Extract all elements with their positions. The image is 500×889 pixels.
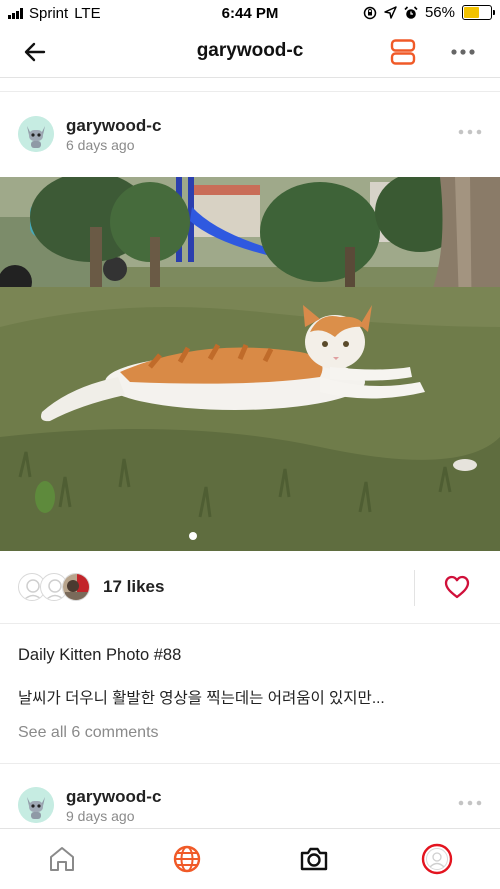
location-arrow-icon (384, 6, 397, 19)
navigation-bar: garywood-c (0, 26, 500, 78)
caption-body[interactable]: 날씨가 더우니 활발한 영상을 찍는데는 어려움이 있지만... (18, 686, 385, 708)
view-layout-toggle-icon[interactable] (390, 38, 416, 66)
section-divider (0, 763, 500, 764)
avatar[interactable] (18, 116, 54, 152)
post-username[interactable]: garywood-c (66, 116, 161, 136)
user-photo-icon (63, 574, 89, 600)
section-divider (0, 91, 500, 92)
next-post-timestamp: 9 days ago (66, 808, 135, 824)
cat-avatar-icon (18, 116, 54, 152)
post-photo[interactable] (0, 177, 500, 551)
cat-avatar-icon (18, 787, 54, 823)
caption-title: Daily Kitten Photo #88 (18, 646, 182, 664)
next-post-username[interactable]: garywood-c (66, 787, 161, 807)
battery-percent: 56% (424, 4, 455, 21)
post-more-options-icon[interactable] (456, 124, 484, 140)
alarm-icon (404, 5, 418, 19)
globe-icon[interactable] (171, 843, 203, 875)
liker-avatar (62, 573, 90, 601)
profile-icon[interactable] (421, 843, 453, 875)
section-divider (0, 623, 500, 624)
heart-like-icon[interactable] (443, 573, 471, 601)
bottom-tab-bar (0, 828, 500, 889)
avatar[interactable] (18, 787, 54, 823)
battery-icon (462, 5, 495, 20)
post-timestamp: 6 days ago (66, 137, 135, 153)
post-header: garywood-c 6 days ago (0, 116, 500, 176)
likes-count[interactable]: 17 likes (103, 577, 164, 597)
camera-icon[interactable] (298, 843, 330, 875)
likes-row: 17 likes (0, 560, 500, 616)
see-all-comments-link[interactable]: See all 6 comments (18, 724, 159, 742)
page-title: garywood-c (196, 40, 304, 61)
kitten-photo-image (0, 177, 500, 551)
likers-avatars[interactable] (18, 573, 94, 601)
vertical-divider (414, 570, 415, 606)
more-options-icon[interactable] (448, 40, 478, 64)
lock-rotation-icon (363, 6, 377, 19)
home-icon[interactable] (46, 843, 78, 875)
status-bar: Sprint LTE 6:44 PM 56% (0, 0, 500, 26)
post-more-options-icon[interactable] (456, 795, 484, 811)
